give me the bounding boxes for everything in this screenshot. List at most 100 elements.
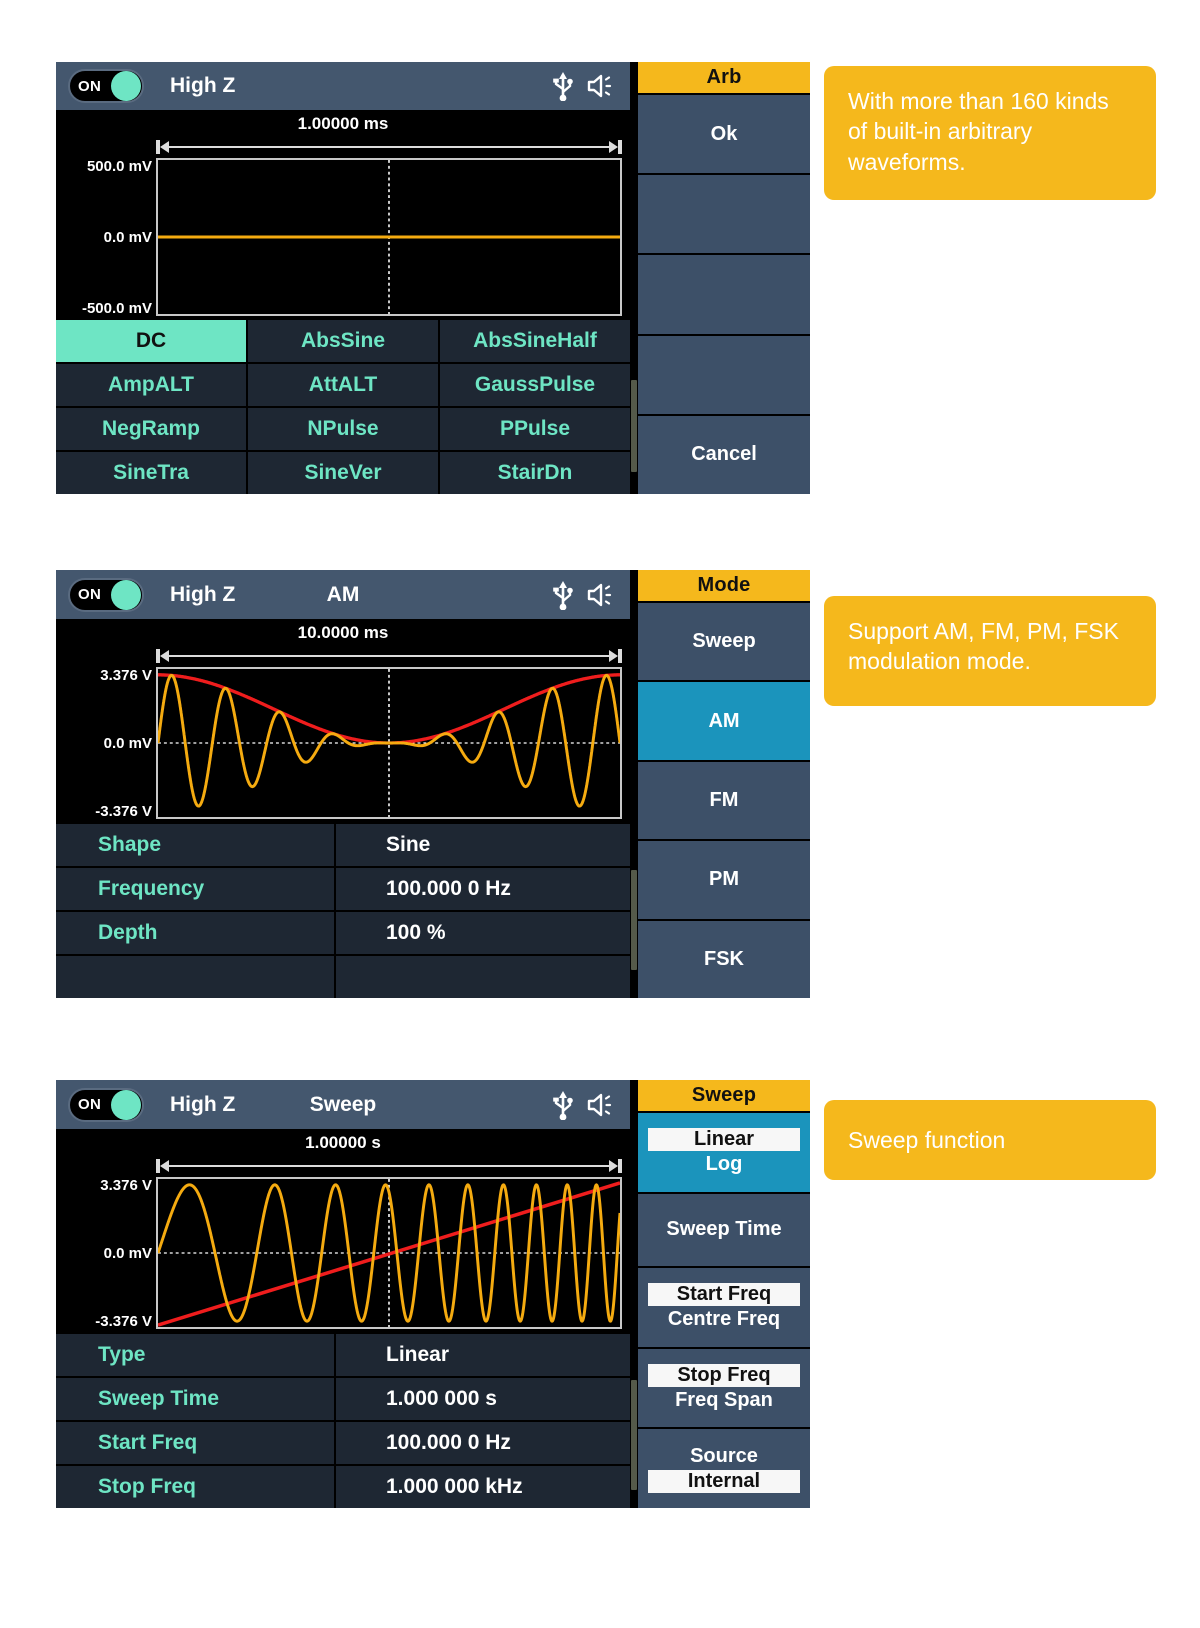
- output-toggle-label: ON: [78, 586, 102, 604]
- softkey-button[interactable]: AM: [638, 682, 810, 760]
- softkey-button[interactable]: Cancel: [638, 415, 810, 495]
- y-axis-top-am: 3.376 V: [100, 667, 152, 685]
- status-bar-arb: ON High Z: [56, 62, 630, 111]
- status-icons-sweep: [552, 1090, 616, 1120]
- arb-waveform-cell[interactable]: AbsSineHalf: [440, 320, 630, 362]
- waveform-plot-arb: 1.00000 ms 500.0 mV 0.0 mV -500.0 mV: [56, 110, 630, 318]
- softkey-button[interactable]: [638, 335, 810, 414]
- output-toggle-label: ON: [78, 77, 102, 95]
- y-axis-mid-am: 0.0 mV: [103, 735, 152, 753]
- softkey-button[interactable]: Sweep Time: [638, 1193, 810, 1267]
- softkey-option-top[interactable]: Linear: [648, 1128, 800, 1152]
- arb-waveform-cell[interactable]: GaussPulse: [440, 364, 630, 406]
- param-value: 100.000 0 Hz: [336, 1422, 630, 1464]
- softkey-option-bottom[interactable]: Freq Span: [648, 1389, 799, 1412]
- param-value: Linear: [336, 1334, 630, 1376]
- param-row: Start Freq 100.000 0 Hz: [56, 1422, 630, 1464]
- arb-waveform-grid: DC AbsSine AbsSineHalf AmpALT AttALT GaussPul…: [56, 318, 630, 494]
- impedance-label-am: High Z: [170, 582, 236, 606]
- waveform-plot-am: 10.0000 ms 3.376 V 0.0 mV -3.376 V: [56, 619, 630, 822]
- y-axis-bottom-am: -3.376 V: [95, 803, 152, 821]
- toggle-knob: [111, 579, 141, 610]
- scrollbar-arb[interactable]: [630, 62, 638, 494]
- speaker-icon: [587, 74, 612, 98]
- usb-icon: [553, 1090, 573, 1120]
- param-value: 100 %: [336, 912, 630, 954]
- softkey-button[interactable]: FSK: [638, 920, 810, 999]
- status-icons-arb: [552, 71, 616, 102]
- status-bar-am: ON High Z AM: [56, 570, 630, 620]
- output-toggle-am[interactable]: ON: [68, 577, 144, 612]
- speaker-icon: [587, 1093, 612, 1116]
- param-key: Shape: [56, 824, 334, 866]
- y-axis-mid-arb: 0.0 mV: [103, 229, 152, 247]
- impedance-label-arb: High Z: [170, 74, 236, 98]
- arb-waveform-cell[interactable]: AbsSine: [248, 320, 438, 362]
- softkey-menu-sweep: Sweep Linear Log Sweep Time Start Freq Centr…: [638, 1080, 810, 1508]
- arb-waveform-cell[interactable]: SineVer: [248, 452, 438, 494]
- param-value: 1.000 000 s: [336, 1378, 630, 1420]
- time-span-label-sweep: 1.00000 s: [305, 1133, 381, 1153]
- softkey-option-bottom[interactable]: Log: [648, 1153, 799, 1176]
- arb-waveform-cell[interactable]: AmpALT: [56, 364, 246, 406]
- softkey-button[interactable]: Start Freq Centre Freq: [638, 1268, 810, 1347]
- arb-waveform-cell[interactable]: DC: [56, 320, 246, 362]
- toggle-knob: [111, 71, 141, 102]
- callout-arb: With more than 160 kinds of built-in arb…: [824, 66, 1156, 200]
- param-value: 100.000 0 Hz: [336, 868, 630, 910]
- y-axis-mid-sweep: 0.0 mV: [103, 1245, 152, 1263]
- plot-grid-am: [156, 667, 622, 820]
- time-span-arrow-am: [156, 649, 622, 664]
- arb-waveform-cell[interactable]: AttALT: [248, 364, 438, 406]
- speaker-icon: [587, 583, 612, 606]
- param-row: Sweep Time 1.000 000 s: [56, 1378, 630, 1420]
- toggle-knob: [111, 1089, 141, 1120]
- softkey-button[interactable]: FM: [638, 761, 810, 840]
- output-toggle-label: ON: [78, 1096, 102, 1114]
- softkey-menu-am: Mode Sweep AM FM PM FSK: [638, 570, 810, 999]
- panel-sweep: ON High Z Sweep 1.00000 s 3.376 V 0.0 mV…: [56, 1080, 810, 1508]
- menu-title-arb: Arb: [638, 62, 810, 93]
- softkey-button[interactable]: Linear Log: [638, 1113, 810, 1192]
- y-axis-bottom-sweep: -3.376 V: [95, 1313, 152, 1331]
- output-toggle-arb[interactable]: ON: [68, 69, 144, 104]
- arb-waveform-cell[interactable]: NPulse: [248, 408, 438, 450]
- softkey-button[interactable]: PM: [638, 841, 810, 919]
- y-axis-bottom-arb: -500.0 mV: [81, 300, 152, 318]
- param-key: Type: [56, 1334, 334, 1376]
- softkey-button[interactable]: Stop Freq Freq Span: [638, 1348, 810, 1428]
- softkey-option-bottom[interactable]: Internal: [648, 1469, 800, 1493]
- panel-arb: ON High Z 1.00000 ms 500.0 mV 0.0 mV -50…: [56, 62, 810, 495]
- scrollbar-am[interactable]: [630, 570, 638, 998]
- arb-waveform-cell[interactable]: SineTra: [56, 452, 246, 494]
- menu-title-sweep: Sweep: [638, 1080, 810, 1111]
- arb-waveform-cell[interactable]: PPulse: [440, 408, 630, 450]
- status-bar-sweep: ON High Z Sweep: [56, 1080, 630, 1130]
- param-key: Sweep Time: [56, 1378, 334, 1420]
- arb-waveform-cell[interactable]: NegRamp: [56, 408, 246, 450]
- softkey-button[interactable]: [638, 255, 810, 334]
- param-row: Depth 100 %: [56, 912, 630, 954]
- softkey-button[interactable]: Sweep: [638, 603, 810, 681]
- panel-am: ON High Z AM 10.0000 ms 3.376 V 0.0 mV -…: [56, 570, 810, 999]
- softkey-button[interactable]: Source Internal: [638, 1429, 810, 1508]
- callout-am: Support AM, FM, PM, FSK modulation mode.: [824, 596, 1156, 706]
- softkey-button[interactable]: Ok: [638, 95, 810, 174]
- time-span-arrow-sweep: [156, 1159, 622, 1174]
- param-key: Depth: [56, 912, 334, 954]
- device-screen-sweep: ON High Z Sweep 1.00000 s 3.376 V 0.0 mV…: [56, 1080, 638, 1508]
- time-span-label-arb: 1.00000 ms: [297, 114, 389, 134]
- softkey-option-bottom[interactable]: Centre Freq: [648, 1308, 799, 1331]
- output-toggle-sweep[interactable]: ON: [68, 1087, 144, 1122]
- param-value: 1.000 000 kHz: [336, 1466, 630, 1508]
- scrollbar-sweep[interactable]: [630, 1080, 638, 1508]
- param-value: [336, 956, 630, 998]
- softkey-option-top[interactable]: Start Freq: [648, 1283, 800, 1307]
- softkey-option-top[interactable]: Stop Freq: [648, 1364, 800, 1388]
- softkey-option-top[interactable]: Source: [648, 1445, 799, 1468]
- softkey-menu-arb: Arb Ok Cancel: [638, 62, 810, 495]
- impedance-label-sweep: High Z: [170, 1092, 236, 1116]
- arb-waveform-cell[interactable]: StairDn: [440, 452, 630, 494]
- time-span-label-am: 10.0000 ms: [297, 623, 389, 643]
- softkey-button[interactable]: [638, 175, 810, 254]
